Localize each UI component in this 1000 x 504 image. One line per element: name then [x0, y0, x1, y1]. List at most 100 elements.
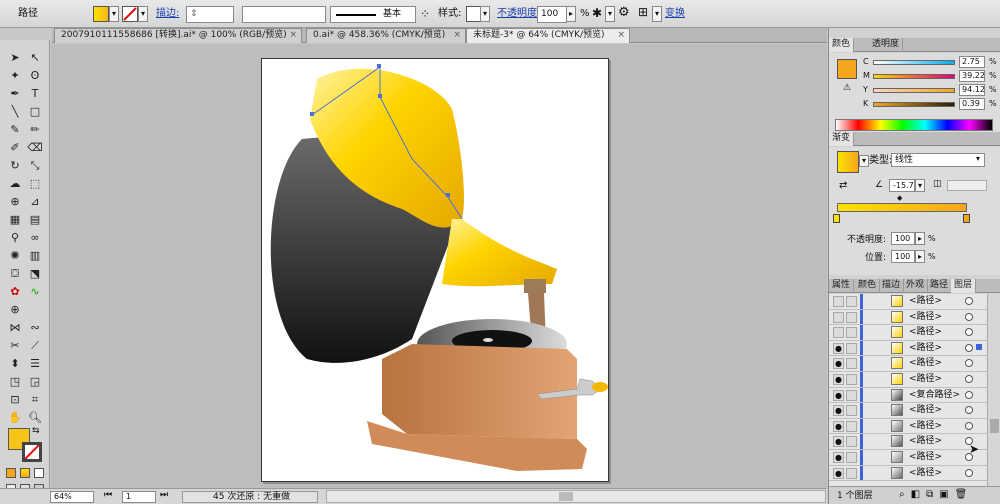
visibility-eye-icon[interactable]: ●	[833, 374, 844, 385]
variable-width-field[interactable]	[242, 6, 326, 23]
eraser-icon[interactable]: ⌫	[26, 140, 44, 155]
lock-toggle[interactable]	[846, 296, 857, 307]
target-tool-icon[interactable]: ⊕	[6, 302, 24, 317]
canvas-area[interactable]	[51, 44, 827, 488]
close-icon[interactable]: ×	[289, 29, 297, 42]
none-mode-icon[interactable]	[34, 468, 44, 478]
tab-stroke[interactable]: 描边	[879, 279, 905, 293]
delete-layer-icon[interactable]: 🗑︎	[955, 489, 968, 500]
tab-attributes[interactable]: 属性	[829, 279, 855, 293]
symbol-sprayer-icon[interactable]: ✺	[6, 248, 24, 263]
lock-toggle[interactable]	[846, 436, 857, 448]
fill-swatch[interactable]	[93, 6, 109, 22]
rectangle-tool-icon[interactable]: □	[26, 104, 44, 119]
layer-row[interactable]: ● <路径>	[829, 465, 987, 482]
eyedropper-icon[interactable]: ⚲	[6, 230, 24, 245]
layer-row[interactable]: ● <路径>	[829, 340, 987, 357]
wave-icon[interactable]: ∿	[26, 284, 44, 299]
type-tool-icon[interactable]: T	[26, 86, 44, 101]
tab-pathfinder[interactable]: 路径	[927, 279, 953, 293]
layers-scrollbar[interactable]	[987, 294, 1000, 486]
globe-icon[interactable]: ⚙	[618, 5, 630, 20]
target-circle-icon[interactable]	[965, 375, 973, 383]
layer-row[interactable]: ● <路径>	[829, 403, 987, 419]
visibility-eye-icon[interactable]: ●	[833, 342, 844, 354]
visibility-eye-icon[interactable]	[833, 296, 844, 307]
style-dropdown[interactable]: ▾	[480, 6, 490, 22]
first-page-icon[interactable]: ⏮	[104, 490, 112, 500]
pen-tool-icon[interactable]: ✒	[6, 86, 24, 101]
width-tool-icon[interactable]: ⋈	[6, 320, 24, 335]
target-circle-icon[interactable]	[965, 297, 973, 305]
tab-color[interactable]: 颜色	[829, 38, 855, 52]
gradient-stop-start[interactable]	[833, 214, 840, 223]
brush-definition-icon[interactable]: ⁘	[420, 7, 430, 21]
blob-brush-icon[interactable]: ✐	[6, 140, 24, 155]
magic-wand-icon[interactable]: ✦	[6, 68, 24, 83]
crop-icon[interactable]: ⌗	[26, 392, 44, 407]
new-layer-icon[interactable]: ▣	[939, 489, 948, 500]
lock-toggle[interactable]	[846, 374, 857, 385]
lock-toggle[interactable]	[846, 342, 857, 354]
selection-tool-icon[interactable]: ➤	[6, 50, 24, 65]
layer-row[interactable]: <路径>	[829, 309, 987, 326]
crank-knob[interactable]	[592, 382, 608, 392]
fill-dropdown[interactable]: ▾	[109, 6, 119, 22]
stroke-dropdown[interactable]: ▾	[138, 6, 148, 22]
horizontal-scrollbar[interactable]	[326, 490, 826, 503]
channel-c-value[interactable]: 2.75	[959, 56, 985, 68]
lock-toggle[interactable]	[846, 311, 857, 323]
new-sublayer-icon[interactable]: ⧉	[926, 489, 933, 500]
close-icon[interactable]: ×	[617, 29, 625, 42]
lock-toggle[interactable]	[846, 467, 857, 479]
midpoint-diamond-icon[interactable]: ◆	[897, 194, 902, 202]
visibility-eye-icon[interactable]	[833, 311, 844, 323]
out-of-gamut-icon[interactable]: ⚠	[843, 83, 851, 93]
column-graph-icon[interactable]: ▥	[26, 248, 44, 263]
opacity-dropdown[interactable]: ▸	[566, 6, 576, 22]
free-transform-icon[interactable]: ⬚	[26, 176, 44, 191]
gradient-type-select[interactable]: 线性	[891, 153, 985, 167]
perspective-grid-icon[interactable]: ⊿	[26, 194, 44, 209]
angle-dropdown[interactable]: ▾	[915, 179, 925, 192]
channel-k-slider[interactable]	[873, 102, 955, 107]
layer-row[interactable]: <路径>	[829, 325, 987, 341]
zoom-tool-icon[interactable]: 🔍︎	[26, 410, 44, 425]
tab-transparency[interactable]: 透明度	[869, 38, 904, 52]
channel-y-value[interactable]: 94.12	[959, 84, 985, 96]
live-paint-selection-icon[interactable]: ⬔	[26, 266, 44, 281]
shape-builder-icon[interactable]: ⊕	[6, 194, 24, 209]
page-field[interactable]: 1	[122, 491, 156, 503]
layer-row[interactable]: ● <路径>	[829, 356, 987, 372]
status-message[interactable]: 45 次还原 : 无重做	[182, 491, 318, 503]
stop-location-dropdown[interactable]: ▸	[915, 250, 925, 263]
live-paint-bucket-icon[interactable]: ⛋	[6, 266, 24, 281]
layers-list[interactable]: <路径> <路径> <路径> ● <路径> ● <路径> ● <路径> ● <复合路径> ● <路径> ●…	[829, 294, 1000, 486]
opacity-field[interactable]: 100	[537, 6, 567, 23]
gramophone-illustration[interactable]	[262, 59, 610, 483]
last-page-icon[interactable]: ⏭	[160, 490, 168, 500]
artboard[interactable]	[261, 58, 609, 482]
warp-tool-icon[interactable]: ☁	[6, 176, 24, 191]
lasso-icon[interactable]: ʘ	[26, 68, 44, 83]
recolor-icon[interactable]: ✱	[592, 6, 602, 20]
opacity-label[interactable]: 不透明度	[497, 6, 537, 22]
visibility-eye-icon[interactable]: ●	[833, 389, 844, 401]
stroke-color-box[interactable]	[22, 442, 42, 462]
twist-tool-icon[interactable]: ∾	[26, 320, 44, 335]
slice-select-icon[interactable]: ◲	[26, 374, 44, 389]
recolor-dropdown[interactable]: ▾	[605, 6, 615, 22]
anchor-point[interactable]	[446, 193, 450, 197]
stroke-weight-field[interactable]: ⇕	[186, 6, 234, 23]
lock-toggle[interactable]	[846, 327, 857, 339]
align-dropdown[interactable]: ▾	[652, 6, 662, 22]
mesh-tool-icon[interactable]: ▦	[6, 212, 24, 227]
layer-row[interactable]: <路径>	[829, 294, 987, 310]
target-circle-icon[interactable]	[965, 359, 973, 368]
anchor-point[interactable]	[377, 64, 381, 68]
knife-icon[interactable]: ⟋	[26, 338, 44, 353]
close-icon[interactable]: ×	[453, 29, 461, 42]
zoom-field[interactable]: 64%	[50, 491, 94, 503]
target-circle-icon[interactable]	[965, 406, 973, 415]
lock-toggle[interactable]	[846, 420, 857, 432]
